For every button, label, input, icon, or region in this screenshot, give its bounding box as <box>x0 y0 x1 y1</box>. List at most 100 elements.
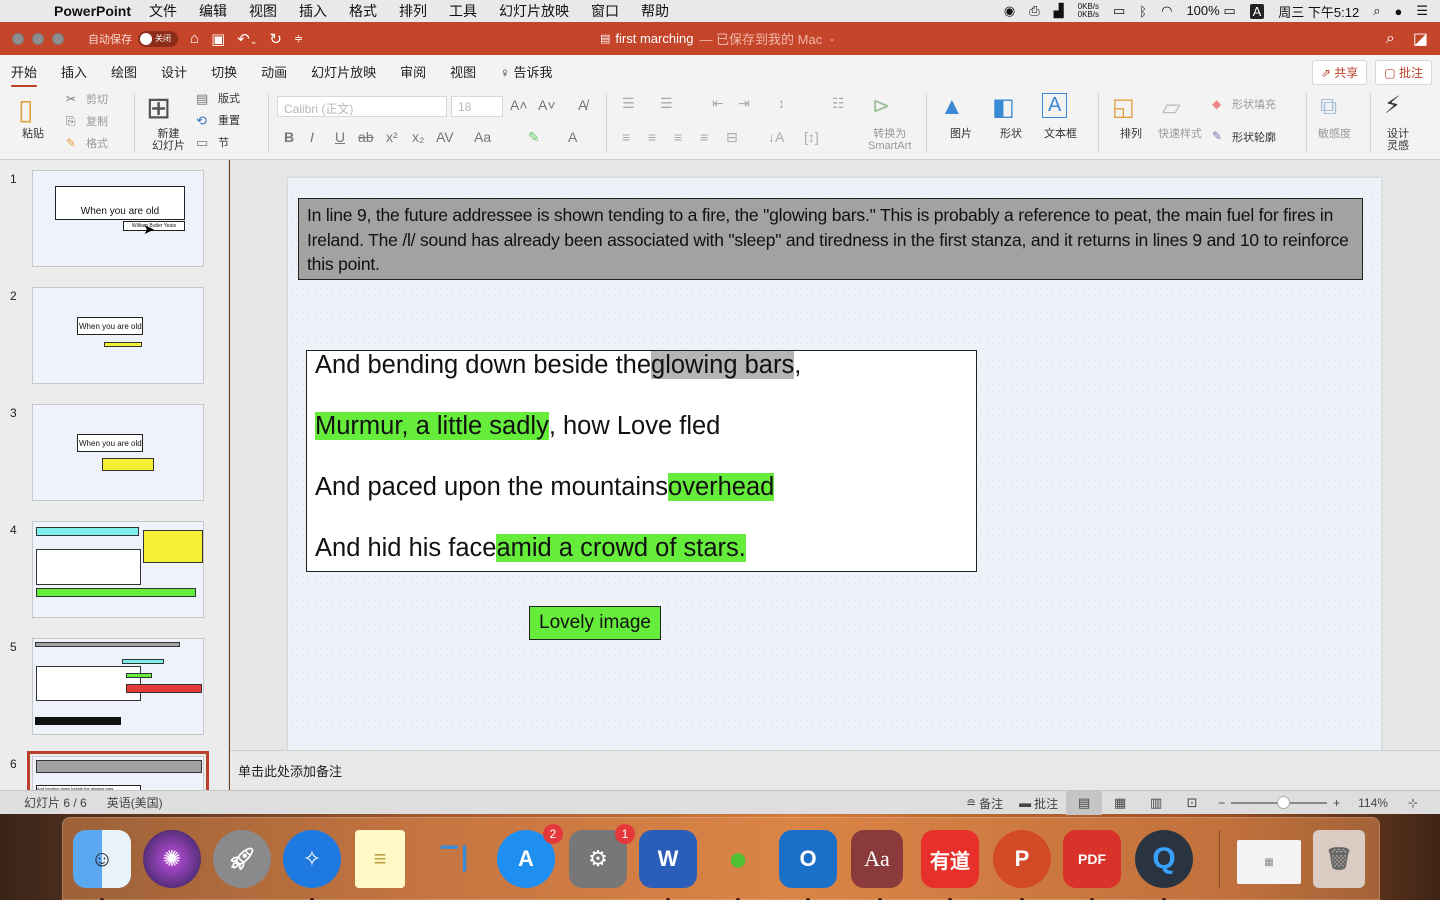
slide-thumbnail-6[interactable]: And bending down beside the glowing bars… <box>27 751 209 790</box>
menu-view[interactable]: 视图 <box>249 1 277 21</box>
shape-icon[interactable]: ◧ <box>992 93 1015 122</box>
font-size-select[interactable]: 18 <box>451 96 503 117</box>
sensitivity-button[interactable]: 敏感度 <box>1318 128 1351 140</box>
designer-button[interactable]: 设计 灵感 <box>1387 128 1409 152</box>
strikethrough-icon[interactable]: ab <box>358 129 374 145</box>
paste-button[interactable]: 粘贴 <box>22 128 44 140</box>
account-icon[interactable]: ◪ <box>1413 29 1428 49</box>
bullets-icon[interactable]: ☰ <box>622 95 635 112</box>
save-icon[interactable]: ▣ <box>211 30 225 48</box>
menu-file[interactable]: 文件 <box>149 1 177 21</box>
undo-icon[interactable]: ↶⌄ <box>237 30 257 48</box>
dock-notes[interactable]: ≡ <box>355 830 405 888</box>
font-name-select[interactable]: Calibri (正文) <box>277 96 447 117</box>
superscript-icon[interactable]: x² <box>386 129 398 145</box>
shrink-font-icon[interactable]: A˅ <box>538 97 556 113</box>
notes-toggle-button[interactable]: ≘ 备注 <box>966 795 1003 812</box>
zoom-in-button[interactable]: + <box>1333 796 1340 810</box>
clock[interactable]: 周三 下午5:12 <box>1278 2 1359 21</box>
slide-thumbnail-1[interactable]: When you are old William Butler Yeats ➤ <box>32 170 204 267</box>
font-color-icon[interactable]: A <box>568 129 577 145</box>
tab-insert[interactable]: 插入 <box>61 62 87 81</box>
zoom-level[interactable]: 114% <box>1358 796 1388 810</box>
zoom-slider[interactable] <box>1231 796 1328 809</box>
comments-toggle-button[interactable]: ▬ 批注 <box>1019 795 1058 812</box>
smartart-icon[interactable]: ⊳ <box>872 93 890 119</box>
tab-transitions[interactable]: 切换 <box>211 62 237 81</box>
cut-button[interactable]: 剪切 <box>86 94 108 106</box>
tab-design[interactable]: 设计 <box>161 62 187 81</box>
menu-window[interactable]: 窗口 <box>591 1 619 21</box>
decrease-indent-icon[interactable]: ⇤ <box>712 95 724 112</box>
slide-thumbnail-5[interactable] <box>32 638 204 735</box>
shape-button[interactable]: 形状 <box>1000 128 1022 140</box>
distributed-icon[interactable]: ⊟ <box>726 129 738 146</box>
dock-dictionary[interactable]: Aa <box>851 830 903 900</box>
input-method-icon[interactable]: A <box>1249 3 1265 19</box>
battery-status[interactable]: 100% ▭ <box>1186 3 1235 19</box>
menu-help[interactable]: 帮助 <box>641 1 669 21</box>
tab-slideshow[interactable]: 幻灯片放映 <box>311 62 376 81</box>
bold-icon[interactable]: B <box>284 129 294 145</box>
poem-textbox[interactable]: And bending down beside the glowing bars… <box>306 350 977 572</box>
zoom-slider-knob[interactable] <box>1277 796 1291 809</box>
share-button[interactable]: ⇗ 共享 <box>1311 60 1368 85</box>
lovely-image-label[interactable]: Lovely image <box>529 606 661 640</box>
increase-indent-icon[interactable]: ⇥ <box>738 95 750 112</box>
italic-icon[interactable]: I <box>310 129 314 145</box>
dock-launchpad[interactable]: 🚀︎ <box>213 830 271 888</box>
spotlight-icon[interactable]: ⌕ <box>1373 3 1380 19</box>
minimize-window-button[interactable] <box>32 32 44 45</box>
paste-icon[interactable]: ▯ <box>18 93 33 126</box>
textbox-button[interactable]: 文本框 <box>1044 128 1077 140</box>
align-left-icon[interactable]: ≡ <box>622 129 630 145</box>
slide-thumbnails-pane[interactable]: 1 When you are old William Butler Yeats … <box>0 160 229 790</box>
align-text-icon[interactable]: [↕] <box>804 129 819 145</box>
arrange-button[interactable]: 排列 <box>1120 128 1142 140</box>
zoom-window-button[interactable] <box>52 32 64 45</box>
quick-styles-icon[interactable]: ▱ <box>1162 93 1180 122</box>
justify-icon[interactable]: ≡ <box>700 129 708 145</box>
home-icon[interactable]: ⌂ <box>190 30 199 47</box>
clear-format-icon[interactable]: A̸ <box>578 97 587 113</box>
menu-app-name[interactable]: PowerPoint <box>54 3 131 19</box>
fit-to-window-icon[interactable]: ⊹ <box>1408 796 1418 810</box>
char-spacing-icon[interactable]: AV <box>436 129 454 145</box>
normal-view-button[interactable]: ▤ <box>1066 791 1103 815</box>
dock-system-preferences[interactable]: ⚙ 1 <box>569 824 635 888</box>
columns-icon[interactable]: ☷ <box>832 95 845 112</box>
tab-draw[interactable]: 绘图 <box>111 62 137 81</box>
dock-app-store[interactable]: A2 <box>497 824 563 888</box>
dock-quicktime[interactable]: Q <box>1135 830 1193 900</box>
dock-pdf-expert[interactable]: PDF <box>1063 830 1121 900</box>
reset-button[interactable]: 重置 <box>218 115 240 127</box>
document-title[interactable]: ▤ first marching — 已保存到我的 Mac ⌄ <box>600 22 836 55</box>
autosave-toggle[interactable]: 关闭 <box>138 30 178 47</box>
dock-trash[interactable]: 🗑︎ <box>1313 830 1365 888</box>
tab-home[interactable]: 开始 <box>11 62 38 88</box>
quick-styles-button[interactable]: 快速样式 <box>1158 128 1202 140</box>
shape-outline-button[interactable]: 形状轮廓 <box>1232 132 1276 144</box>
reading-view-button[interactable]: ▥ <box>1138 791 1174 815</box>
picture-button[interactable]: 图片 <box>950 128 972 140</box>
customize-toolbar-icon[interactable]: ≑ <box>294 32 303 45</box>
close-window-button[interactable] <box>12 32 24 45</box>
sensitivity-icon[interactable]: ⧉ <box>1320 93 1337 121</box>
dock-outlook[interactable]: O <box>779 830 837 900</box>
numbering-icon[interactable]: ☰ <box>660 95 673 112</box>
siri-icon[interactable]: ● <box>1394 4 1402 19</box>
comments-button[interactable]: ▢ 批注 <box>1375 60 1432 85</box>
designer-icon[interactable]: ⚡ <box>1384 91 1401 120</box>
line-spacing-icon[interactable]: ↕ <box>778 95 785 111</box>
dock-wechat[interactable]: ● <box>709 830 767 900</box>
current-slide[interactable]: In line 9, the future addressee is shown… <box>288 178 1381 758</box>
highlight-icon[interactable]: ✎ <box>528 129 540 146</box>
dock-youdao[interactable]: 有道 <box>921 830 979 900</box>
language-indicator[interactable]: 英语(美国) <box>107 794 163 811</box>
layout-button[interactable]: 版式 <box>218 93 240 105</box>
screenshot-icon[interactable]: ⎙ <box>1029 3 1039 19</box>
notification-center-icon[interactable]: ☰ <box>1416 3 1428 19</box>
dock-siri[interactable]: ✺ <box>143 830 201 888</box>
search-icon[interactable]: ⌕ <box>1386 30 1395 48</box>
zoom-out-button[interactable]: − <box>1218 796 1225 810</box>
